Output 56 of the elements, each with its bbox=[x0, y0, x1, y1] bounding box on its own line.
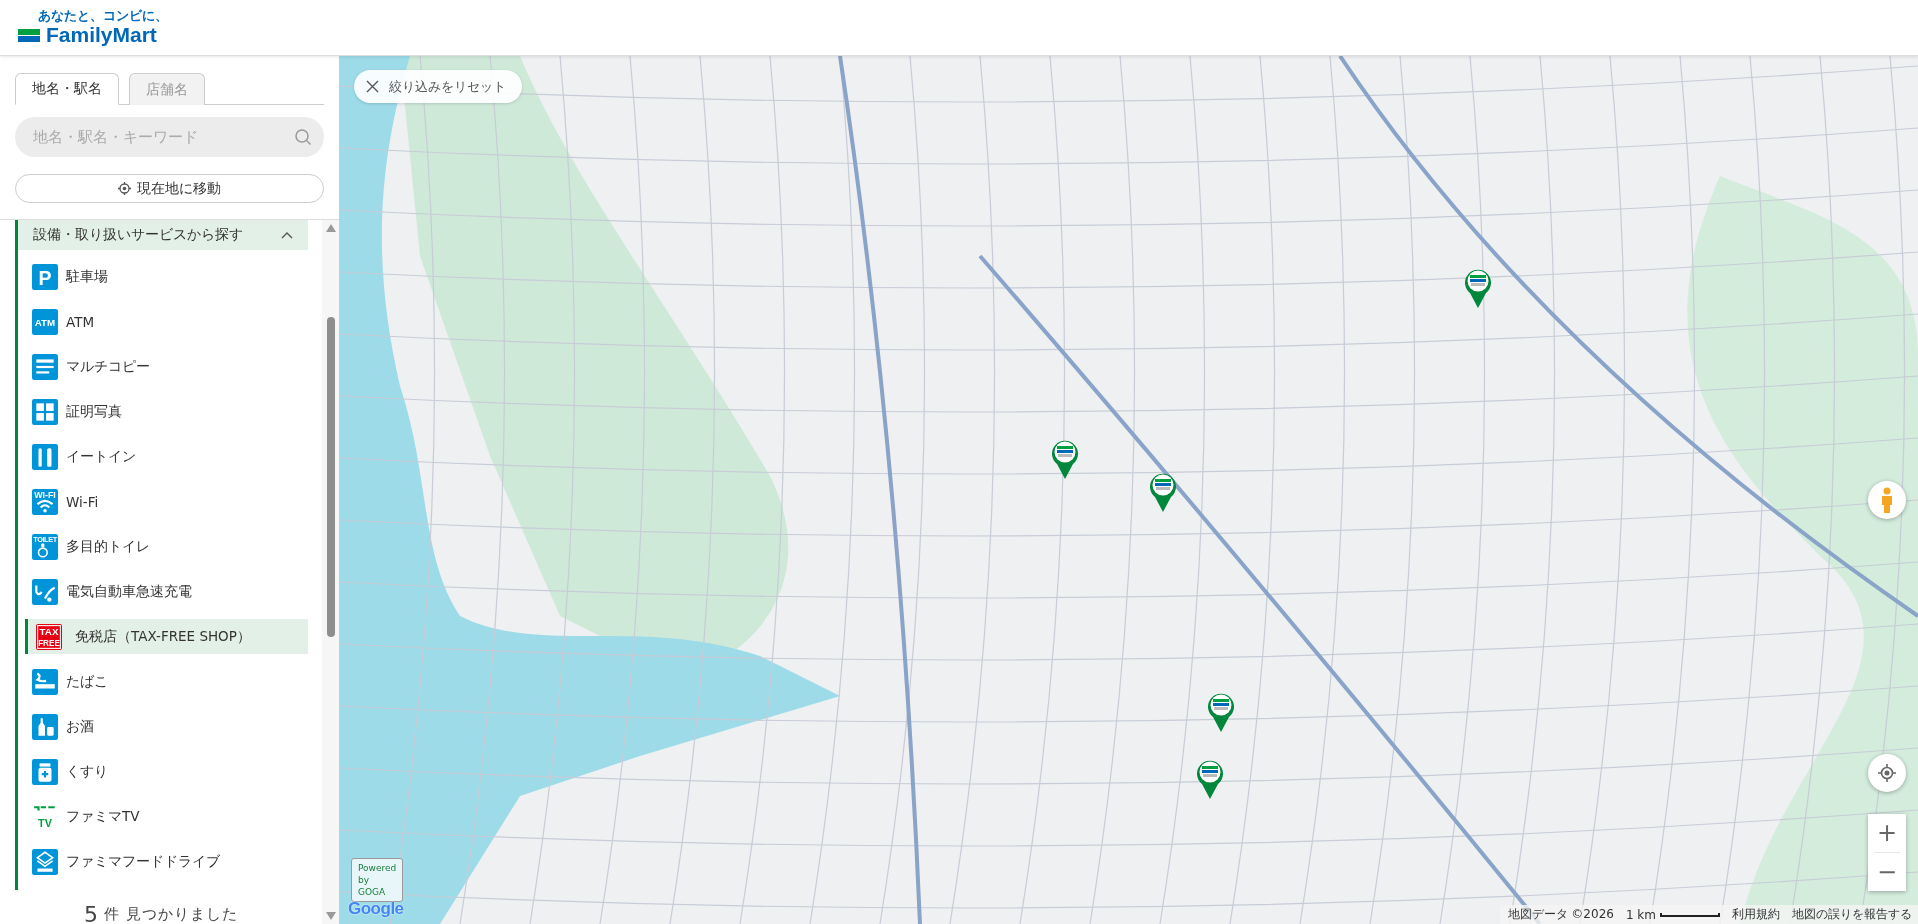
scale-label: 1 km bbox=[1625, 907, 1656, 922]
search-tab[interactable]: 地名・駅名 bbox=[15, 73, 119, 105]
search-icon bbox=[294, 128, 312, 146]
wifi-icon: WI-FI bbox=[32, 488, 58, 515]
map-data-credit: 地図データ ©2026 bbox=[1507, 906, 1614, 923]
scroll-up-icon[interactable] bbox=[325, 224, 336, 232]
store-pin-icon[interactable] bbox=[1149, 471, 1177, 513]
scale-bar bbox=[1660, 912, 1720, 917]
result-count: 5 bbox=[84, 902, 99, 924]
close-icon bbox=[366, 80, 379, 93]
service-filter-item[interactable]: 電気自動車急速充電 bbox=[18, 569, 308, 614]
service-filter-item[interactable]: P 駐車場 bbox=[18, 254, 308, 299]
zoom-out-button[interactable]: − bbox=[1868, 853, 1906, 891]
location-target-icon bbox=[1878, 764, 1896, 782]
powered-by-badge[interactable]: Powered by GOGA bbox=[351, 858, 403, 902]
medicine-icon bbox=[32, 758, 58, 785]
reset-filter-button[interactable]: 絞り込みをリセット bbox=[354, 70, 522, 103]
google-logo: Google bbox=[348, 899, 404, 919]
toilet-icon: TOILET bbox=[32, 533, 58, 560]
report-error-link[interactable]: 地図の誤りを報告する bbox=[1792, 906, 1912, 923]
atm-icon: ATM bbox=[32, 308, 58, 335]
terms-link[interactable]: 利用規約 bbox=[1732, 906, 1780, 923]
scroll-down-icon[interactable] bbox=[325, 912, 336, 920]
logo-stripes-icon bbox=[18, 28, 40, 42]
search-field[interactable]: 地名・駅名・キーワード bbox=[31, 127, 294, 147]
scrollbar-thumb[interactable] bbox=[326, 317, 335, 637]
service-filter-item[interactable]: マルチコピー bbox=[18, 344, 308, 389]
taxfree-icon: TAX FREE bbox=[36, 623, 62, 650]
store-pin-icon[interactable] bbox=[1207, 691, 1235, 733]
location-target-icon bbox=[118, 182, 131, 195]
service-filter-item[interactable]: お酒 bbox=[18, 704, 308, 749]
tobacco-icon bbox=[32, 668, 58, 695]
current-location-button[interactable]: 現在地に移動 bbox=[15, 174, 324, 203]
result-text: 件 見つかりました bbox=[104, 905, 238, 924]
logo-text: FamilyMart bbox=[46, 24, 157, 46]
chevron-up-icon bbox=[281, 231, 293, 239]
service-filter-item[interactable]: たばこ bbox=[18, 659, 308, 704]
service-filter-item[interactable]: 証明写真 bbox=[18, 389, 308, 434]
parking-icon: P bbox=[32, 263, 58, 290]
service-filter-item[interactable]: TAX FREE 免税店（TAX-FREE SHOP） bbox=[25, 619, 308, 654]
service-filter-item[interactable]: ATM ATM bbox=[18, 299, 308, 344]
service-filter-item[interactable]: ファミマフードドライブ bbox=[18, 839, 308, 884]
service-filter-header[interactable]: 設備・取り扱いサービスから探す bbox=[18, 220, 308, 250]
service-filter-item[interactable]: くすり bbox=[18, 749, 308, 794]
logo-tagline: あなたと、コンビに、 bbox=[38, 9, 168, 23]
store-pin-icon[interactable] bbox=[1196, 758, 1224, 800]
service-filter-item[interactable]: WI-FI Wi-Fi bbox=[18, 479, 308, 524]
service-filter-item[interactable]: TV ファミマTV bbox=[18, 794, 308, 839]
service-filter-item[interactable]: イートイン bbox=[18, 434, 308, 479]
search-bar[interactable]: 地名・駅名・キーワード bbox=[15, 117, 324, 157]
liquor-icon bbox=[32, 713, 58, 740]
store-pin-icon[interactable] bbox=[1464, 267, 1492, 309]
store-pin-icon[interactable] bbox=[1051, 438, 1079, 480]
person-icon bbox=[1880, 487, 1894, 513]
service-filter-item[interactable]: TOILET 多目的トイレ bbox=[18, 524, 308, 569]
zoom-in-button[interactable]: + bbox=[1868, 814, 1906, 852]
